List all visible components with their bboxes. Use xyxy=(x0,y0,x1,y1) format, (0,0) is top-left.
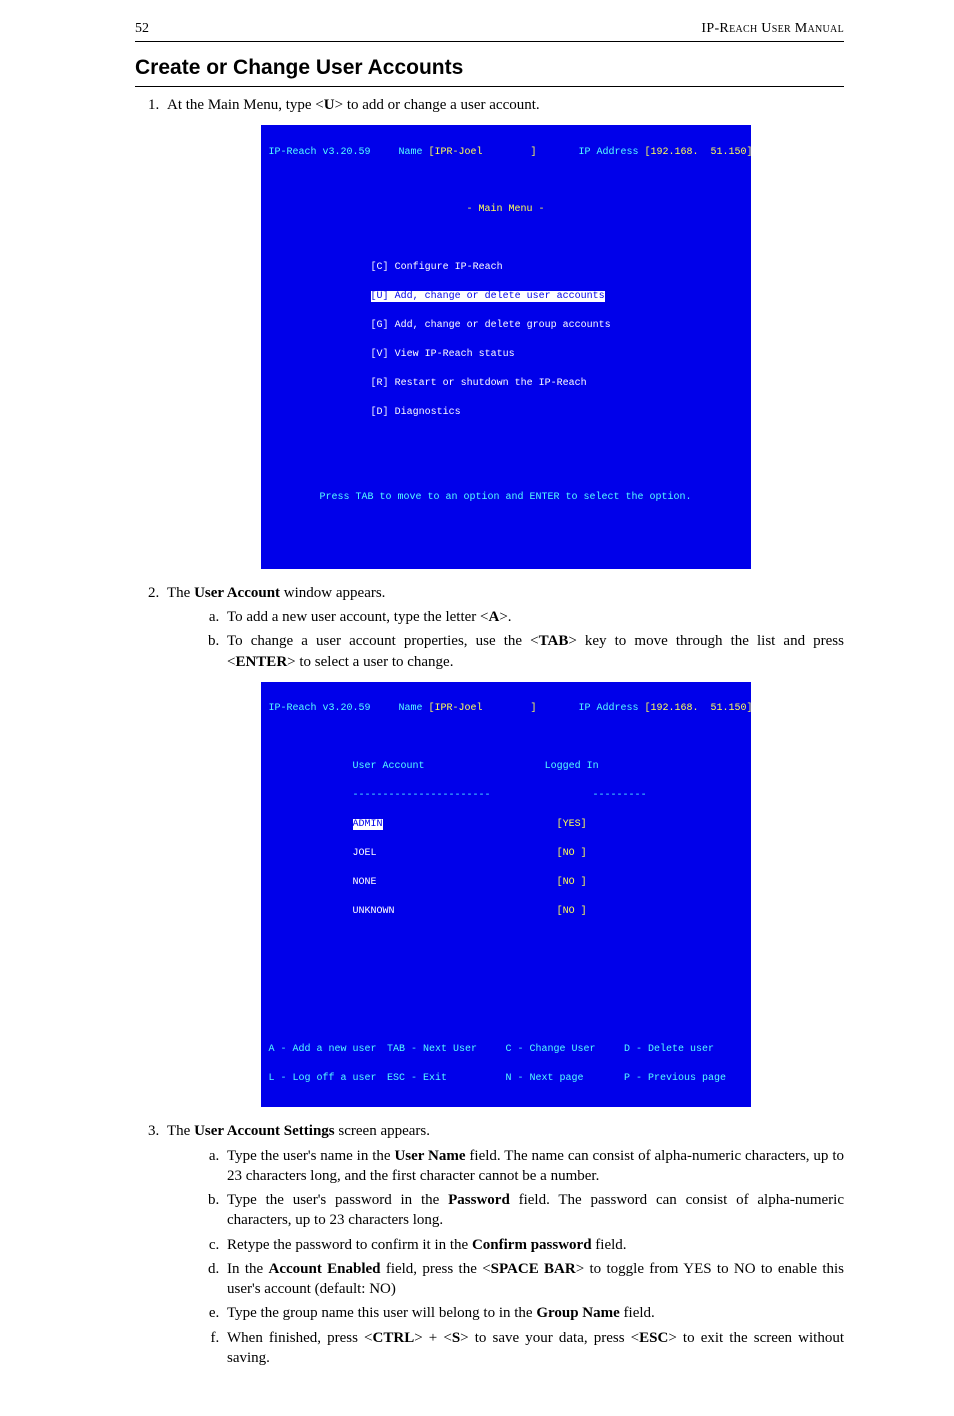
col-header: User Account xyxy=(353,761,425,772)
user-row: UNKNOWN xyxy=(353,906,395,917)
col-header: Logged In xyxy=(545,761,599,772)
menu-item-selected: [U] Add, change or delete user accounts xyxy=(371,291,605,302)
term-footer-row: A - Add a new userTAB - Next UserC - Cha… xyxy=(269,1043,743,1058)
step-2: The User Account window appears. To add … xyxy=(163,583,844,1108)
menu-item: [D] Diagnostics xyxy=(371,407,461,418)
step-3b: Type the user's password in the Password… xyxy=(223,1190,844,1231)
text: At the Main Menu, type < xyxy=(167,97,324,113)
key-ctrl: CTRL xyxy=(373,1330,415,1346)
key-enter: ENTER xyxy=(235,654,287,670)
key-u: U xyxy=(324,97,335,113)
field-user-name: User Name xyxy=(394,1148,465,1164)
name-value: [IPR-Joel ] xyxy=(429,147,537,158)
ip-value: [192.168. 51.150] xyxy=(645,147,753,158)
menu-item: [V] View IP-Reach status xyxy=(371,349,515,360)
step-1: At the Main Menu, type <U> to add or cha… xyxy=(163,95,844,569)
status: [NO ] xyxy=(557,906,587,917)
bold: User Account xyxy=(194,585,280,601)
user-row: JOEL xyxy=(353,848,377,859)
section-heading: Create or Change User Accounts xyxy=(135,54,844,87)
step-2a: To add a new user account, type the lett… xyxy=(223,607,844,627)
key-s: S xyxy=(452,1330,460,1346)
key-tab: TAB xyxy=(539,633,569,649)
status: [YES] xyxy=(557,819,587,830)
terminal-main-menu: IP-Reach v3.20.59Name [IPR-Joel ] IP Addr… xyxy=(261,125,751,569)
status: [NO ] xyxy=(557,848,587,859)
menu-item: [G] Add, change or delete group accounts xyxy=(371,320,611,331)
term-footer-row: L - Log off a userESC - ExitN - Next pag… xyxy=(269,1072,743,1087)
key-a: A xyxy=(488,609,499,625)
term-footer: Press TAB to move to an option and ENTER… xyxy=(269,491,743,506)
menu-item: [R] Restart or shutdown the IP-Reach xyxy=(371,378,587,389)
bold: User Account Settings xyxy=(194,1123,335,1139)
field-group-name: Group Name xyxy=(536,1305,619,1321)
status: [NO ] xyxy=(557,877,587,888)
field-account-enabled: Account Enabled xyxy=(268,1261,380,1277)
text: window appears. xyxy=(280,585,385,601)
user-row: NONE xyxy=(353,877,377,888)
page-number: 52 xyxy=(135,20,149,39)
substeps: Type the user's name in the User Name fi… xyxy=(167,1146,844,1369)
step-3c: Retype the password to confirm it in the… xyxy=(223,1235,844,1255)
doc-title: IP-Reach User Manual xyxy=(701,20,844,39)
step-3f: When finished, press <CTRL> + <S> to sav… xyxy=(223,1328,844,1369)
label: Name xyxy=(399,147,423,158)
menu-item: [C] Configure IP-Reach xyxy=(371,262,503,273)
step-2b: To change a user account properties, use… xyxy=(223,631,844,672)
page-header: 52 IP-Reach User Manual xyxy=(135,20,844,42)
user-row-selected: ADMIN xyxy=(353,819,383,830)
field-password: Password xyxy=(448,1192,510,1208)
substeps: To add a new user account, type the lett… xyxy=(167,607,844,672)
menu-title: - Main Menu - xyxy=(269,203,743,218)
step-3a: Type the user's name in the User Name fi… xyxy=(223,1146,844,1187)
step-3e: Type the group name this user will belon… xyxy=(223,1303,844,1323)
key-space-bar: SPACE BAR xyxy=(491,1261,576,1277)
term-version: IP-Reach v3.20.59 xyxy=(269,702,399,717)
label: IP Address xyxy=(579,147,639,158)
term-version: IP-Reach v3.20.59 xyxy=(269,146,399,161)
terminal-user-account: IP-Reach v3.20.59Name [IPR-Joel ]IP Addr… xyxy=(261,682,751,1108)
text: The xyxy=(167,585,194,601)
rule: ----------------------- --------- xyxy=(269,789,743,804)
step-3d: In the Account Enabled field, press the … xyxy=(223,1259,844,1300)
key-esc: ESC xyxy=(639,1330,668,1346)
text: > to add or change a user account. xyxy=(335,97,540,113)
step-3: The User Account Settings screen appears… xyxy=(163,1121,844,1368)
step-list: At the Main Menu, type <U> to add or cha… xyxy=(135,95,844,1368)
field-confirm-password: Confirm password xyxy=(472,1237,592,1253)
